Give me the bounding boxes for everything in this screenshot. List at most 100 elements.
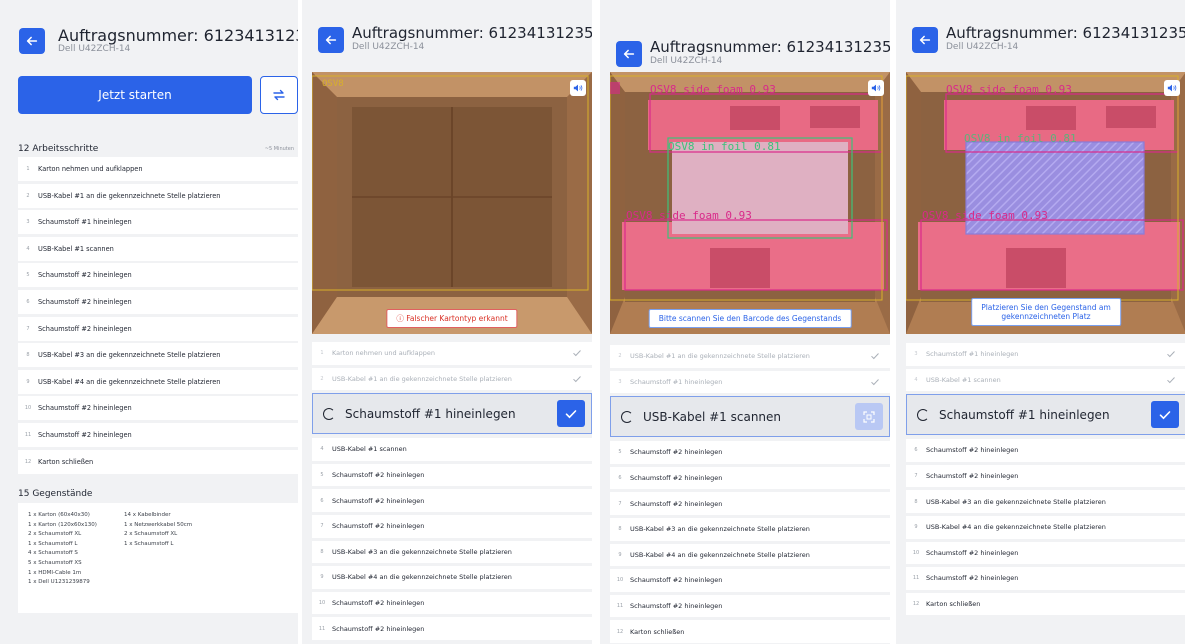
device-name: Dell U42ZCH-14 — [352, 42, 425, 52]
step-number: 7 — [26, 325, 30, 332]
step-number: 6 — [618, 475, 622, 482]
order-title: Auftragsnummer: 612341312351 — [946, 24, 1185, 42]
detection-label: OSV8 in foil 0.81 — [964, 132, 1077, 145]
order-title: Auftragsnummer: 612341312351 — [650, 38, 890, 56]
list-item[interactable]: 11 Schaumstoff #2 hineinlegen — [610, 594, 890, 618]
list-item[interactable]: 10 Schaumstoff #2 hineinlegen — [312, 591, 592, 615]
step-label: Karton schließen — [38, 457, 94, 466]
arrow-left-icon — [623, 49, 635, 59]
active-step[interactable]: Schaumstoff #1 hineinlegen — [906, 394, 1185, 436]
list-item[interactable]: 5 Schaumstoff #2 hineinlegen — [610, 441, 890, 464]
list-item[interactable]: 12 Karton schließen — [18, 449, 298, 474]
back-button[interactable] — [616, 41, 642, 67]
list-item[interactable]: 6 Schaumstoff #2 hineinlegen — [18, 289, 298, 314]
list-item[interactable]: 2 USB-Kabel #1 an die gekennzeichnete Ste… — [312, 367, 592, 391]
step-number: 12 — [616, 628, 624, 635]
sound-button[interactable] — [570, 80, 586, 96]
step-label: Schaumstoff #1 hineinlegen — [38, 218, 132, 227]
step-label: Schaumstoff #2 hineinlegen — [926, 574, 1019, 583]
list-item[interactable]: 3 Schaumstoff #1 hineinlegen — [610, 370, 890, 394]
step-label: Schaumstoff #2 hineinlegen — [38, 297, 132, 306]
info-message-line: Platzieren Sie den Gegenstand am — [981, 303, 1111, 312]
info-message-line: gekennzeichneten Platz — [1001, 312, 1091, 321]
list-item[interactable]: 12 Karton schließen — [906, 592, 1185, 616]
list-item[interactable]: 11 Schaumstoff #2 hineinlegen — [906, 567, 1185, 590]
confirm-button[interactable] — [1151, 401, 1179, 429]
list-item[interactable]: 1 Karton nehmen und aufklappen — [18, 157, 298, 181]
header: Auftragsnummer: 612341312351 Dell U42ZCH… — [302, 0, 592, 68]
order-title: Auftragsnummer: 612341312351 — [352, 24, 592, 42]
active-step[interactable]: USB-Kabel #1 scannen — [610, 396, 890, 438]
check-icon — [565, 409, 577, 419]
sound-button[interactable] — [868, 80, 884, 96]
scan-icon — [863, 411, 875, 423]
list-item[interactable]: 7 Schaumstoff #2 hineinlegen — [312, 514, 592, 538]
step-label: Schaumstoff #2 hineinlegen — [332, 522, 425, 531]
confirm-button[interactable] — [557, 400, 585, 428]
list-item[interactable]: 11 Schaumstoff #2 hineinlegen — [18, 422, 298, 447]
list-item[interactable]: 4 USB-Kabel #1 scannen — [906, 368, 1185, 392]
step-number: 1 — [320, 350, 324, 357]
list-item[interactable]: 10 Schaumstoff #2 hineinlegen — [18, 396, 298, 421]
detection-label: OSV8 side foam 0.93 — [946, 83, 1072, 96]
list-item[interactable]: 6 Schaumstoff #2 hineinlegen — [312, 489, 592, 512]
list-item[interactable]: 9 USB-Kabel #4 an die gekennzeichnete Ste… — [610, 543, 890, 567]
list-item[interactable]: 10 Schaumstoff #2 hineinlegen — [610, 569, 890, 592]
list-item[interactable]: 9 USB-Kabel #4 an die gekennzeichnete Ste… — [312, 566, 592, 589]
list-item[interactable]: 6 Schaumstoff #2 hineinlegen — [610, 466, 890, 490]
step-number: 8 — [320, 548, 324, 555]
list-item[interactable]: 8 USB-Kabel #3 an die gekennzeichnete Ste… — [610, 517, 890, 541]
list-item[interactable]: 11 Schaumstoff #2 hineinlegen — [312, 617, 592, 640]
detection-label: OSV8 side foam 0.93 — [626, 209, 752, 222]
list-item[interactable]: 2 USB-Kabel #1 an die gekennzeichnete Ste… — [18, 183, 298, 208]
step-number: 10 — [616, 577, 624, 584]
start-button[interactable]: Jetzt starten — [18, 76, 252, 114]
step-number: 11 — [912, 575, 920, 582]
step-number: 7 — [320, 523, 324, 530]
list-item: 1 x HDMI-Cable 1m — [28, 569, 82, 576]
list-item[interactable]: 8 USB-Kabel #3 an die gekennzeichnete Ste… — [312, 540, 592, 564]
step-label: Schaumstoff #2 hineinlegen — [630, 474, 723, 483]
list-item[interactable]: 9 USB-Kabel #4 an die gekennzeichnete Ste… — [18, 369, 298, 394]
list-item[interactable]: 9 USB-Kabel #4 an die gekennzeichnete Ste… — [906, 515, 1185, 539]
scan-button[interactable] — [855, 403, 883, 431]
step-number: 5 — [320, 472, 324, 479]
back-button[interactable] — [19, 28, 45, 54]
list-item[interactable]: 3 Schaumstoff #1 hineinlegen — [18, 210, 298, 235]
step-label: Schaumstoff #2 hineinlegen — [38, 430, 132, 439]
list-item[interactable]: 12 Karton schließen — [610, 620, 890, 643]
step-number: 4 — [914, 376, 918, 383]
sound-button[interactable] — [1164, 80, 1180, 96]
list-item[interactable]: 7 Schaumstoff #2 hineinlegen — [906, 464, 1185, 488]
list-item[interactable]: 8 USB-Kabel #3 an die gekennzeichnete Ste… — [906, 490, 1185, 513]
list-item[interactable]: 5 Schaumstoff #2 hineinlegen — [312, 463, 592, 487]
list-item[interactable]: 6 Schaumstoff #2 hineinlegen — [906, 439, 1185, 462]
active-step[interactable]: Schaumstoff #1 hineinlegen — [312, 393, 592, 435]
order-title: Auftragsnummer: 612341312351 — [58, 26, 298, 45]
items-column-left: 1 x Karton (60x40x30) 1 x Karton (120x60… — [28, 511, 97, 588]
list-item: 4 x Schaumstoff S — [28, 550, 78, 557]
check-icon — [1159, 410, 1171, 420]
refresh-button[interactable] — [260, 76, 298, 114]
list-item[interactable]: 3 Schaumstoff #1 hineinlegen — [906, 343, 1185, 366]
list-item[interactable]: 2 USB-Kabel #1 an die gekennzeichnete Ste… — [610, 345, 890, 368]
step-label: Karton schließen — [630, 627, 685, 636]
list-item[interactable]: 4 USB-Kabel #1 scannen — [18, 236, 298, 261]
list-item[interactable]: 7 Schaumstoff #2 hineinlegen — [18, 316, 298, 341]
back-button[interactable] — [912, 27, 938, 53]
list-item[interactable]: 8 USB-Kabel #3 an die gekennzeichnete Ste… — [18, 343, 298, 368]
step-number: 3 — [914, 351, 918, 358]
list-item[interactable]: 10 Schaumstoff #2 hineinlegen — [906, 541, 1185, 565]
camera-image: OSV8 — [312, 72, 592, 334]
step-label: Schaumstoff #2 hineinlegen — [630, 448, 723, 457]
list-item[interactable]: 7 Schaumstoff #2 hineinlegen — [610, 492, 890, 515]
step-label: Schaumstoff #2 hineinlegen — [332, 624, 425, 633]
step-label: USB-Kabel #3 an die gekennzeichnete Stel… — [926, 497, 1106, 506]
list-item[interactable]: 1 Karton nehmen und aufklappen — [312, 342, 592, 365]
step-label: USB-Kabel #4 an die gekennzeichnete Stel… — [926, 523, 1106, 532]
step-number: 12 — [24, 458, 32, 465]
back-button[interactable] — [318, 27, 344, 53]
step-label: Schaumstoff #2 hineinlegen — [630, 499, 723, 508]
list-item[interactable]: 5 Schaumstoff #2 hineinlegen — [18, 263, 298, 288]
list-item[interactable]: 4 USB-Kabel #1 scannen — [312, 438, 592, 461]
